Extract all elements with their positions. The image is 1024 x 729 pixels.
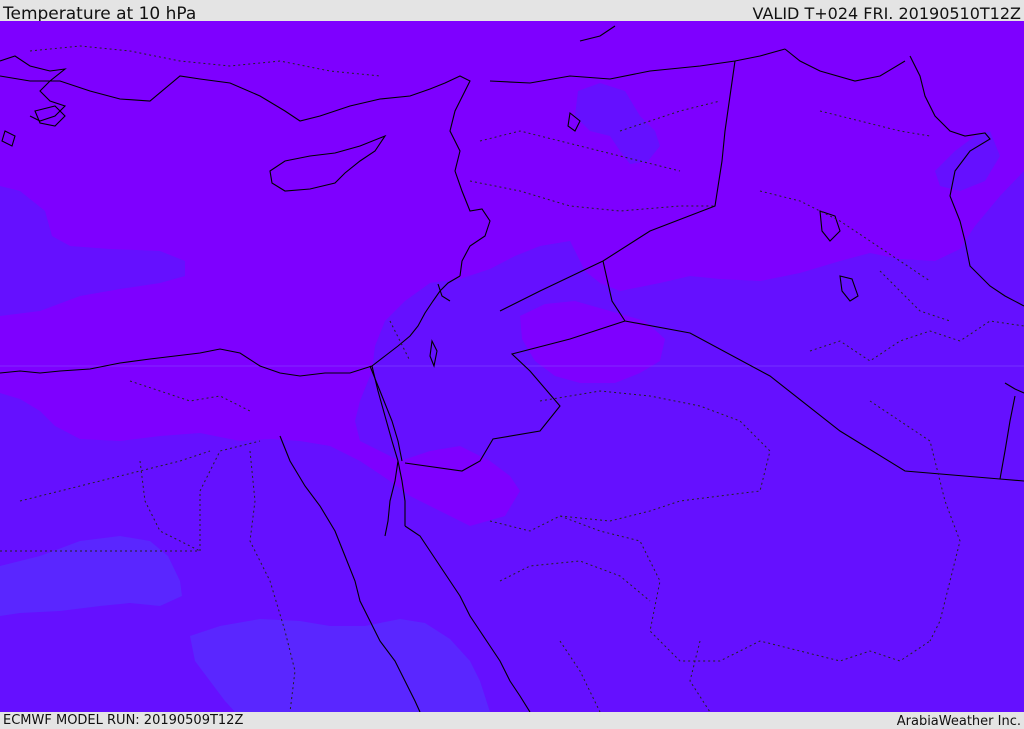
map-area[interactable] — [0, 21, 1024, 712]
model-run-label: ECMWF MODEL RUN: 20190509T12Z — [3, 713, 244, 728]
map-canvas[interactable] — [0, 21, 1024, 712]
credit-label: ArabiaWeather Inc. — [896, 714, 1021, 729]
header-bar: Temperature at 10 hPa VALID T+024 FRI. 2… — [0, 0, 1024, 24]
map-page: Temperature at 10 hPa VALID T+024 FRI. 2… — [0, 0, 1024, 729]
footer-bar: ECMWF MODEL RUN: 20190509T12Z ArabiaWeat… — [0, 712, 1024, 729]
